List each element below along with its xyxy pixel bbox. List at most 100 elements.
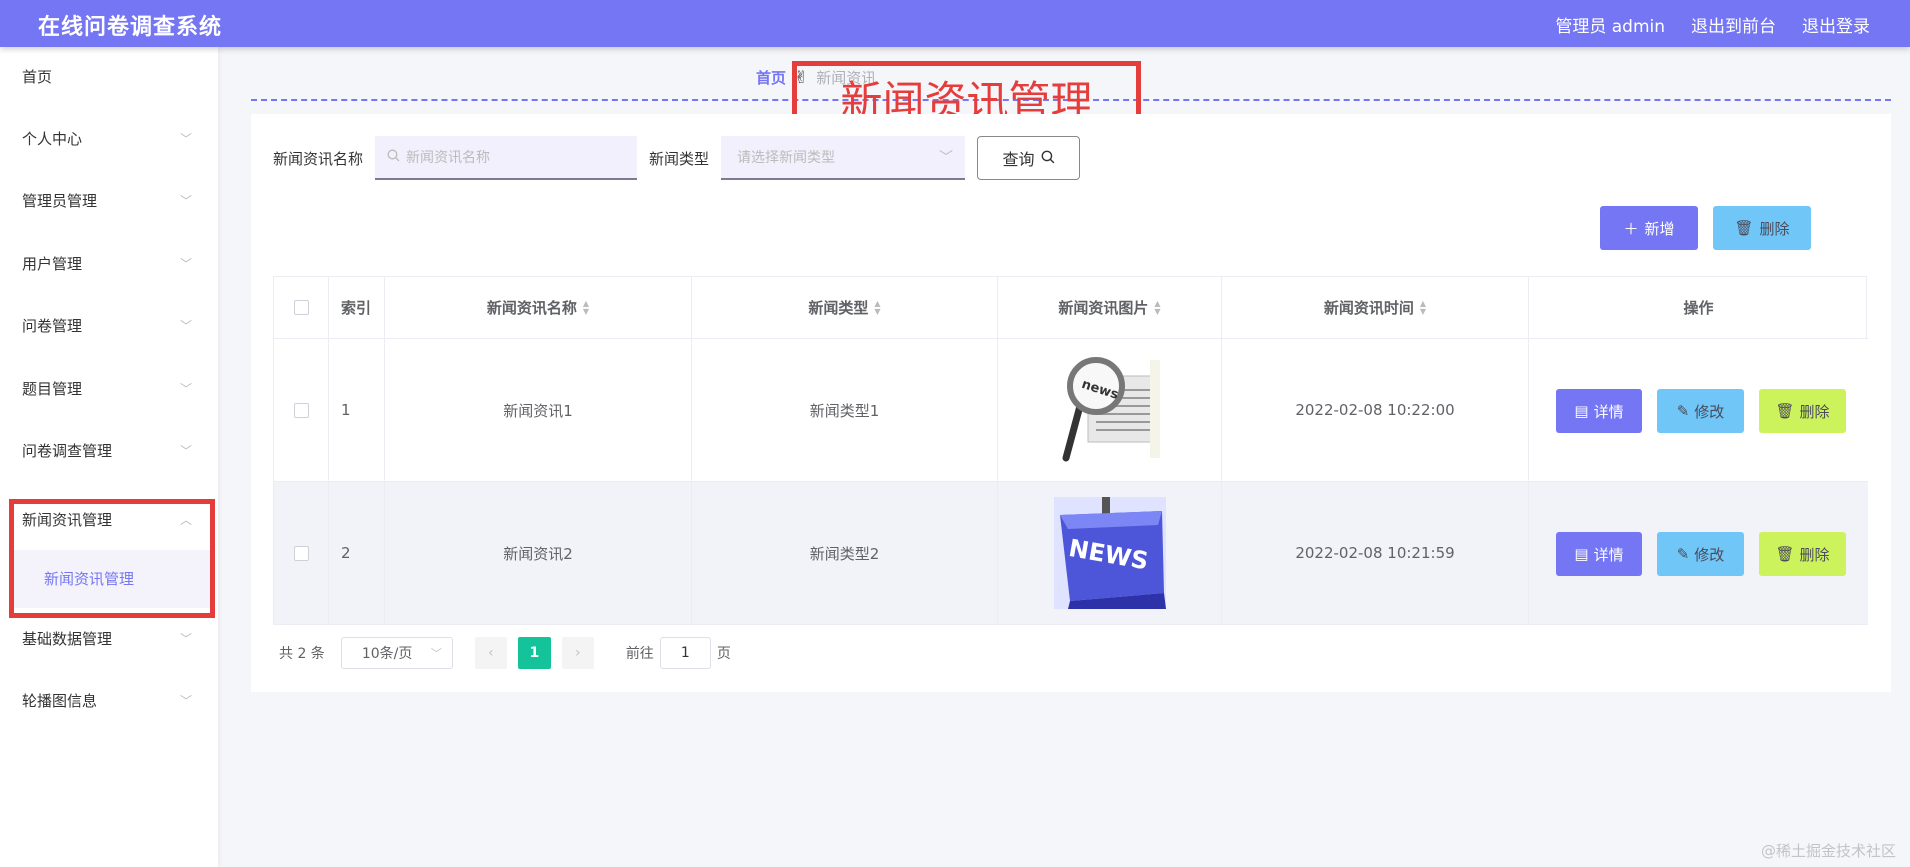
sidebar-item-label: 问卷管理 <box>22 317 83 335</box>
news-name-placeholder: 新闻资讯名称 <box>406 150 491 166</box>
operations-cell: ▤ 详情 ✎ 修改 🗑 删除 <box>1529 339 1868 481</box>
chevron-up-icon: ︿ <box>179 513 192 527</box>
sidebar-item-survey-investigation[interactable]: 问卷调查管理 ﹀ <box>0 431 218 471</box>
prev-page-button[interactable]: ‹ <box>474 637 507 669</box>
row-checkbox[interactable] <box>293 402 309 418</box>
content-card: 新闻资讯名称 新闻资讯名称 新闻类型 请选择新闻类型 ﹀ 查询 ＋ 新增 🗑 删… <box>251 114 1891 692</box>
bulk-delete-button[interactable]: 🗑 删除 <box>1713 206 1811 250</box>
news-type-select[interactable]: 请选择新闻类型 ﹀ <box>721 136 966 180</box>
news-thumbnail[interactable]: news <box>1054 354 1166 466</box>
chevron-down-icon: ﹀ <box>939 150 954 166</box>
search-bar: 新闻资讯名称 新闻资讯名称 新闻类型 请选择新闻类型 ﹀ 查询 <box>273 136 1081 180</box>
delete-button-label: 删除 <box>1759 219 1790 238</box>
chevron-right-icon: › <box>575 645 581 661</box>
sidebar-item-label: 问卷调查管理 <box>22 442 113 460</box>
column-header[interactable]: 新闻资讯名称 ▲ ▼ <box>385 277 692 338</box>
sidebar-item-base-data[interactable]: 基础数据管理 ﹀ <box>0 619 218 659</box>
column-header-label: 新闻资讯图片 <box>1058 299 1149 317</box>
goto-page-input[interactable]: 1 <box>659 637 711 669</box>
add-button[interactable]: ＋ 新增 <box>1600 206 1698 250</box>
column-header-label: 操作 <box>1683 299 1714 317</box>
news-name-input[interactable]: 新闻资讯名称 <box>375 136 638 180</box>
page-suffix: 页 <box>716 646 731 662</box>
sidebar-item-label: 基础数据管理 <box>22 630 113 648</box>
sidebar-item-question-management[interactable]: 题目管理 ﹀ <box>0 369 218 409</box>
total-count: 共 2 条 <box>279 646 325 662</box>
edit-button-label: 修改 <box>1694 402 1725 421</box>
chevron-down-icon: ﹀ <box>179 194 192 208</box>
page-size-select[interactable]: 10条/页 ﹀ <box>340 637 453 669</box>
sidebar-item-label: 用户管理 <box>22 255 83 273</box>
plus-icon: ＋ <box>1623 219 1639 238</box>
breadcrumb-home[interactable]: 首页 <box>756 67 786 88</box>
news-table: 索引 新闻资讯名称 ▲ ▼ 新闻类型 ▲ ▼ 新闻资讯图片 ▲ ▼ 新闻资讯时间 ▲ ▼ 操作 … <box>273 276 1868 625</box>
page-number-button[interactable]: 1 <box>517 637 551 669</box>
sidebar-item-user-management[interactable]: 用户管理 ﹀ <box>0 244 218 284</box>
top-right-links: 管理员 admin 退出到前台 退出登录 <box>1555 12 1870 37</box>
column-header-label: 索引 <box>341 299 372 317</box>
table-header: 索引 新闻资讯名称 ▲ ▼ 新闻类型 ▲ ▼ 新闻资讯图片 ▲ ▼ 新闻资讯时间 ▲ ▼ 操作 <box>274 277 1868 339</box>
select-all-checkbox[interactable] <box>293 300 309 315</box>
sidebar-item-news-management[interactable]: 新闻资讯管理 ︿ <box>0 500 218 540</box>
sidebar-subitem-news-management[interactable]: 新闻资讯管理 <box>10 550 215 608</box>
sort-icon[interactable]: ▲ ▼ <box>874 299 880 316</box>
news-name-cell: 新闻资讯1 <box>385 339 692 481</box>
sort-icon[interactable]: ▲ ▼ <box>583 299 589 316</box>
sidebar-item-personal-center[interactable]: 个人中心 ﹀ <box>0 119 218 159</box>
trash-icon: 🗑 <box>1775 545 1795 563</box>
edit-button[interactable]: ✎ 修改 <box>1657 532 1744 576</box>
pagination: 共 2 条 10条/页 ﹀ ‹ 1 › 前往 1 页 <box>279 637 731 669</box>
search-icon <box>1041 149 1055 168</box>
news-name-cell: 新闻资讯2 <box>385 482 692 624</box>
sidebar-item-label: 首页 <box>22 68 53 86</box>
column-header[interactable]: 新闻资讯图片 ▲ ▼ <box>998 277 1222 338</box>
sidebar-item-carousel[interactable]: 轮播图信息 ﹀ <box>0 681 218 721</box>
news-time-cell: 2022-02-08 10:21:59 <box>1222 482 1529 624</box>
chevron-down-icon: ﹀ <box>430 647 442 660</box>
column-header: 操作 <box>1529 277 1868 338</box>
column-header: 索引 <box>329 277 385 338</box>
chevron-down-icon: ﹀ <box>179 257 192 271</box>
column-header[interactable]: 新闻类型 ▲ ▼ <box>692 277 998 338</box>
sidebar-item-home[interactable]: 首页 <box>0 57 218 97</box>
operations-cell: ▤ 详情 ✎ 修改 🗑 删除 <box>1529 482 1868 624</box>
select-all-cell <box>274 277 329 338</box>
detail-button[interactable]: ▤ 详情 <box>1556 389 1642 433</box>
pencil-icon: ✎ <box>1676 402 1690 420</box>
app-title: 在线问卷调查系统 <box>38 15 223 40</box>
pencil-icon: ✎ <box>1676 545 1690 563</box>
edit-button[interactable]: ✎ 修改 <box>1657 389 1744 433</box>
row-checkbox[interactable] <box>293 545 309 561</box>
query-button[interactable]: 查询 <box>977 136 1081 180</box>
column-header-label: 新闻资讯名称 <box>486 299 577 317</box>
news-type-cell: 新闻类型2 <box>692 482 998 624</box>
sidebar-item-admin-management[interactable]: 管理员管理 ﹀ <box>0 181 218 221</box>
news-type-cell: 新闻类型1 <box>692 339 998 481</box>
back-to-front-link[interactable]: 退出到前台 <box>1691 12 1776 37</box>
sort-icon[interactable]: ▲ ▼ <box>1154 299 1160 316</box>
chevron-down-icon: ﹀ <box>179 132 192 146</box>
detail-button[interactable]: ▤ 详情 <box>1556 532 1642 576</box>
news-name-label: 新闻资讯名称 <box>273 149 364 168</box>
sidebar-item-survey-management[interactable]: 问卷管理 ﹀ <box>0 306 218 346</box>
sidebar-subitem-label: 新闻资讯管理 <box>44 570 135 588</box>
index-cell: 1 <box>329 339 385 481</box>
chevron-down-icon: ﹀ <box>179 382 192 396</box>
next-page-button[interactable]: › <box>561 637 594 669</box>
news-thumbnail[interactable]: NEWS <box>1053 497 1166 609</box>
sidebar: 首页 个人中心 ﹀ 管理员管理 ﹀ 用户管理 ﹀ 问卷管理 ﹀ 题目管理 ﹀ 问… <box>0 47 218 867</box>
add-button-label: 新增 <box>1644 219 1675 238</box>
chevron-down-icon: ﹀ <box>179 319 192 333</box>
search-icon <box>387 149 400 166</box>
delete-button-label: 删除 <box>1799 402 1830 421</box>
sidebar-item-label: 题目管理 <box>22 380 83 398</box>
trash-icon: 🗑 <box>1734 219 1754 237</box>
delete-button[interactable]: 🗑 删除 <box>1759 532 1846 576</box>
column-header[interactable]: 新闻资讯时间 ▲ ▼ <box>1222 277 1529 338</box>
detail-button-label: 详情 <box>1593 545 1624 564</box>
delete-button[interactable]: 🗑 删除 <box>1759 389 1846 433</box>
sidebar-item-label: 个人中心 <box>22 130 83 148</box>
chevron-down-icon: ﹀ <box>179 444 192 458</box>
logout-link[interactable]: 退出登录 <box>1802 12 1870 37</box>
sort-icon[interactable]: ▲ ▼ <box>1420 299 1426 316</box>
